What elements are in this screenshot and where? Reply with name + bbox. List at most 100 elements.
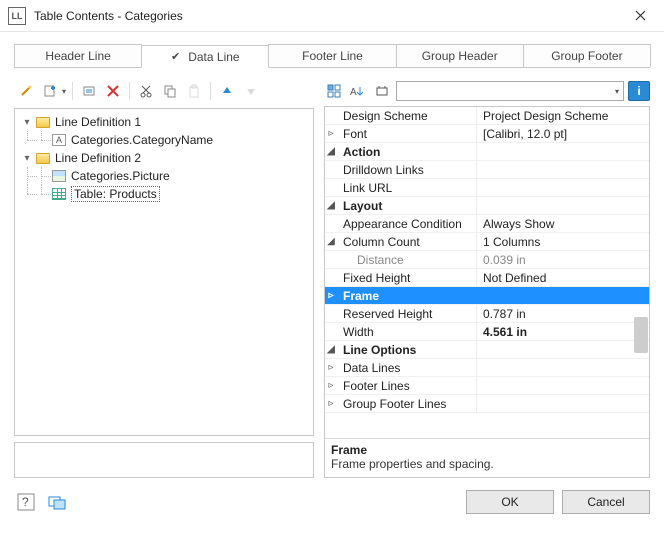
help-icon: ? — [17, 493, 35, 511]
folder-icon — [36, 153, 50, 164]
titlebar: LL Table Contents - Categories — [0, 0, 664, 32]
prop-label: Frame — [343, 289, 379, 303]
prop-value: 4.561 in — [477, 323, 649, 340]
svg-text:?: ? — [22, 495, 29, 509]
prop-label: Drilldown Links — [343, 163, 424, 177]
move-up-button[interactable] — [217, 81, 237, 101]
tree-label: Line Definition 1 — [55, 115, 141, 129]
prop-value — [477, 179, 649, 196]
tab-header-line[interactable]: Header Line — [14, 44, 142, 67]
expand-icon[interactable]: ▹ — [325, 380, 337, 391]
collapse-icon[interactable]: ◢ — [325, 146, 337, 157]
collapse-icon[interactable]: ◢ — [325, 236, 337, 247]
tree-label: Categories.CategoryName — [71, 133, 213, 147]
prop-font[interactable]: ▹Font[Calibri, 12.0 pt] — [325, 125, 649, 143]
prop-label: Data Lines — [343, 361, 400, 375]
tab-footer-line[interactable]: Footer Line — [268, 44, 396, 67]
prop-label: Design Scheme — [343, 109, 428, 123]
tab-data-line[interactable]: ✔Data Line — [141, 45, 269, 68]
sort-az-button[interactable]: A — [348, 81, 368, 101]
tree-item-categoryname[interactable]: A Categories.CategoryName — [17, 131, 311, 149]
tree-line-definition-1[interactable]: ▾ Line Definition 1 — [17, 113, 311, 131]
definition-tree[interactable]: ▾ Line Definition 1 A Categories.Categor… — [14, 108, 314, 436]
tree-item-picture[interactable]: Categories.Picture — [17, 167, 311, 185]
prop-label: Action — [343, 145, 380, 159]
prop-value: Not Defined — [477, 269, 649, 286]
tab-label: Footer Line — [302, 49, 363, 63]
edit-button[interactable] — [79, 81, 99, 101]
delete-button[interactable] — [103, 81, 123, 101]
scrollbar-thumb[interactable] — [634, 317, 648, 353]
expand-icon[interactable]: ▹ — [325, 362, 337, 373]
new-button[interactable] — [40, 81, 60, 101]
property-filter[interactable]: ▾ — [396, 81, 624, 101]
prop-value — [477, 161, 649, 178]
tab-group-footer[interactable]: Group Footer — [523, 44, 651, 67]
collapse-icon[interactable]: ▾ — [21, 153, 33, 164]
left-toolbar: ▾ — [14, 78, 314, 104]
svg-text:A: A — [350, 87, 357, 98]
prop-reserved-height[interactable]: Reserved Height0.787 in — [325, 305, 649, 323]
prop-drilldown-links[interactable]: Drilldown Links — [325, 161, 649, 179]
prop-label: Line Options — [343, 343, 416, 357]
help-description: Frame properties and spacing. — [331, 457, 643, 471]
prop-data-lines[interactable]: ▹ Data Lines — [325, 359, 649, 377]
categorized-view-button[interactable] — [324, 81, 344, 101]
prop-column-count[interactable]: ◢Column Count1 Columns — [325, 233, 649, 251]
cancel-button[interactable]: Cancel — [562, 490, 650, 514]
windows-icon — [48, 494, 68, 510]
tree-item-table-products[interactable]: Table: Products — [17, 185, 311, 203]
prop-design-scheme[interactable]: Design SchemeProject Design Scheme — [325, 107, 649, 125]
prop-label: Group Footer Lines — [343, 397, 446, 411]
expand-button[interactable] — [372, 81, 392, 101]
windows-button[interactable] — [46, 491, 70, 513]
window-title: Table Contents - Categories — [34, 9, 624, 23]
cut-button[interactable] — [136, 81, 156, 101]
tab-strip: Header Line ✔Data Line Footer Line Group… — [14, 44, 650, 68]
property-grid[interactable]: Design SchemeProject Design Scheme ▹ Font… — [324, 106, 650, 478]
prop-link-url[interactable]: Link URL — [325, 179, 649, 197]
prop-header-action[interactable]: ◢ Action — [325, 143, 649, 161]
prop-frame[interactable]: ▹ Frame — [325, 287, 649, 305]
prop-value — [477, 359, 649, 376]
dialog-footer: ? OK Cancel — [0, 478, 664, 526]
prop-footer-lines[interactable]: ▹ Footer Lines — [325, 377, 649, 395]
expand-icon[interactable]: ▹ — [325, 290, 337, 301]
prop-appearance-condition[interactable]: Appearance ConditionAlways Show — [325, 215, 649, 233]
info-button[interactable]: i — [628, 81, 650, 101]
close-icon — [635, 10, 646, 21]
prop-group-footer-lines[interactable]: ▹ Group Footer Lines — [325, 395, 649, 413]
prop-label: Footer Lines — [343, 379, 410, 393]
ok-button[interactable]: OK — [466, 490, 554, 514]
prop-label: Link URL — [343, 181, 392, 195]
collapse-icon[interactable]: ◢ — [325, 344, 337, 355]
tab-label: Group Header — [422, 49, 498, 63]
help-title: Frame — [331, 443, 643, 457]
prop-header-line-options[interactable]: ◢ Line Options — [325, 341, 649, 359]
tree-line-definition-2[interactable]: ▾ Line Definition 2 — [17, 149, 311, 167]
prop-label: Reserved Height — [343, 307, 432, 321]
wand-button[interactable] — [16, 81, 36, 101]
collapse-icon[interactable]: ▾ — [21, 117, 33, 128]
tab-group-header[interactable]: Group Header — [396, 44, 524, 67]
tab-label: Data Line — [188, 50, 239, 64]
help-button[interactable]: ? — [14, 491, 38, 513]
prop-value: 0.039 in — [477, 251, 649, 268]
close-button[interactable] — [624, 0, 656, 32]
prop-value — [477, 395, 649, 412]
chevron-down-icon: ▾ — [615, 87, 619, 96]
prop-width[interactable]: Width4.561 in — [325, 323, 649, 341]
collapse-icon[interactable]: ◢ — [325, 200, 337, 211]
prop-fixed-height[interactable]: Fixed HeightNot Defined — [325, 269, 649, 287]
tree-label: Categories.Picture — [71, 169, 170, 183]
copy-button[interactable] — [160, 81, 180, 101]
move-down-button[interactable] — [241, 81, 261, 101]
prop-value: Always Show — [477, 215, 649, 232]
prop-header-layout[interactable]: ◢Layout — [325, 197, 649, 215]
expand-icon[interactable]: ▹ — [325, 128, 337, 139]
prop-distance[interactable]: Distance0.039 in — [325, 251, 649, 269]
prop-label: Font — [343, 127, 367, 141]
paste-button[interactable] — [184, 81, 204, 101]
prop-value — [477, 377, 649, 394]
expand-icon[interactable]: ▹ — [325, 398, 337, 409]
